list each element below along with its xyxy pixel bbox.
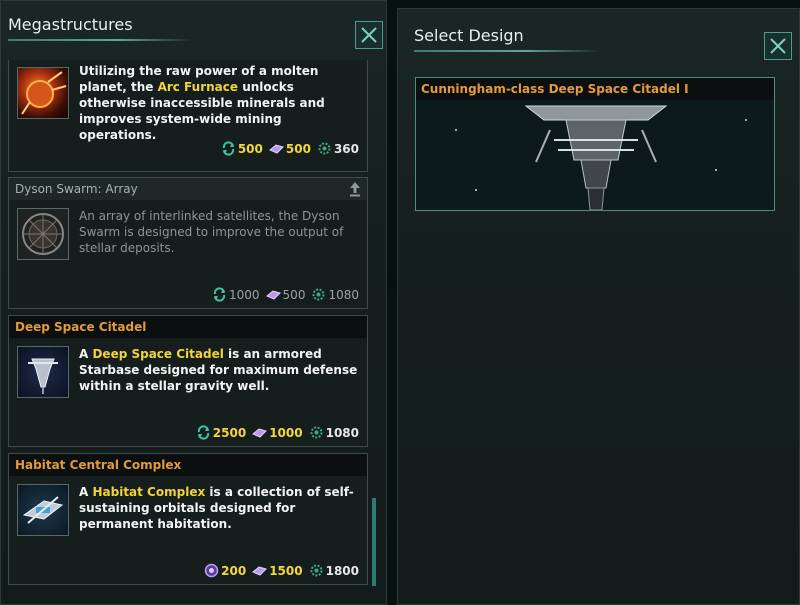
cost-value: 360 [333, 141, 359, 156]
cost-row: 500 500 360 [221, 141, 359, 156]
citadel-icon [17, 346, 69, 398]
card-description: A Habitat Complex is a collection of sel… [79, 485, 354, 531]
cost-value: 200 [221, 563, 247, 578]
card-title: Habitat Central Complex [9, 454, 367, 476]
cost-row: 2500 1000 1080 [196, 425, 359, 440]
alloy-icon [268, 144, 284, 154]
megastructure-card-habitat[interactable]: Habitat Central Complex A Habitat Comple… [8, 453, 368, 585]
cost-value: 1000 [229, 287, 260, 302]
title-underline [8, 39, 193, 41]
card-description: An array of interlinked satellites, the … [79, 209, 344, 255]
megastructure-card-arc-furnace[interactable]: Utilizing the raw power of a molten plan… [8, 60, 368, 172]
cost-value: 1080 [328, 287, 359, 302]
cost-value: 1000 [269, 425, 303, 440]
scrollbar[interactable] [372, 498, 376, 586]
time-icon [310, 564, 323, 577]
citadel-design-image [416, 100, 774, 210]
card-description: A Deep Space Citadel is an armored Starb… [79, 347, 358, 393]
cost-value: 500 [282, 287, 306, 302]
upgrade-arrow-icon [350, 182, 360, 197]
cost-value: 1500 [269, 563, 303, 578]
unity-icon [204, 563, 219, 578]
highlight-term: Habitat Complex [92, 485, 206, 499]
influence-cycle-icon [197, 425, 209, 440]
megastructure-list[interactable]: Utilizing the raw power of a molten plan… [8, 60, 368, 595]
cost-value: 500 [285, 141, 311, 156]
megastructure-card-dyson-swarm[interactable]: Dyson Swarm: Array An array of interlink… [8, 177, 368, 309]
arc-furnace-icon [17, 67, 69, 119]
megastructure-card-deep-space-citadel[interactable]: Deep Space Citadel A Deep Space Citadel … [8, 315, 368, 447]
highlight-term: Arc Furnace [157, 80, 239, 94]
cost-value: 500 [237, 141, 263, 156]
alloy-icon [265, 290, 281, 300]
cost-row: 200 1500 1800 [204, 563, 359, 578]
close-button[interactable] [764, 32, 792, 60]
time-icon [310, 426, 323, 439]
design-list-item[interactable]: Cunningham-class Deep Space Citadel I [415, 77, 775, 211]
close-icon [361, 27, 377, 43]
title-underline [414, 50, 600, 52]
cost-value: 1800 [325, 563, 359, 578]
card-title: Dyson Swarm: Array [9, 178, 367, 200]
alloy-icon [252, 428, 268, 438]
design-name: Cunningham-class Deep Space Citadel I [416, 78, 774, 100]
highlight-term: Deep Space Citadel [92, 347, 224, 361]
dyson-swarm-icon [17, 208, 69, 260]
card-description: Utilizing the raw power of a molten plan… [79, 64, 325, 142]
influence-cycle-icon [213, 287, 226, 302]
cost-row: 1000 500 1080 [212, 287, 359, 302]
cost-value: 2500 [212, 425, 247, 440]
panel-title: Select Design [414, 26, 524, 45]
alloy-icon [252, 566, 268, 576]
cost-value: 1080 [325, 425, 359, 440]
panel-title: Megastructures [8, 15, 133, 34]
time-icon [312, 288, 325, 301]
habitat-icon [17, 484, 69, 536]
close-button[interactable] [355, 21, 383, 49]
close-icon [770, 38, 786, 54]
influence-cycle-icon [222, 141, 234, 156]
card-title: Deep Space Citadel [9, 316, 367, 338]
time-icon [318, 142, 331, 155]
